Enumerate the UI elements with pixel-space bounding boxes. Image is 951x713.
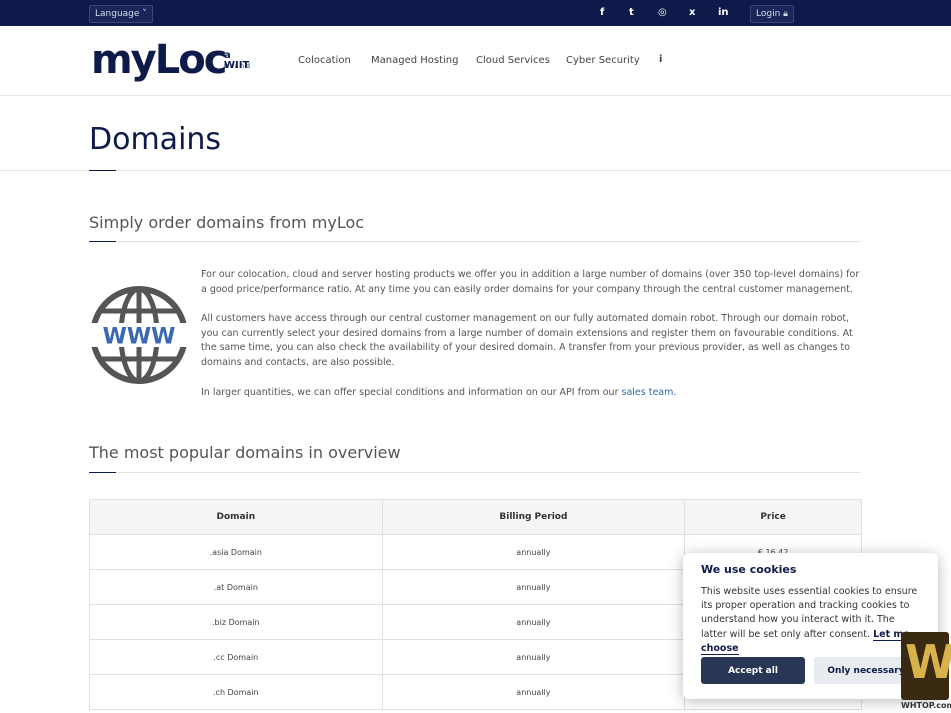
- watermark-glyph: W: [905, 635, 951, 689]
- domain-cell: .ch Domain: [89, 674, 383, 710]
- p3-text-before: In larger quantities, we can offer speci…: [201, 387, 622, 398]
- sales-team-link[interactable]: sales team: [622, 387, 674, 398]
- nav-cyber-security[interactable]: Cyber Security: [566, 54, 640, 68]
- domain-cell: .asia Domain: [89, 534, 383, 570]
- period-cell: annually: [381, 604, 686, 640]
- domain-cell: .cc Domain: [89, 639, 383, 675]
- popular-rule: [89, 472, 861, 473]
- xing-icon[interactable]: x: [689, 7, 695, 19]
- intro-paragraph-3: In larger quantities, we can offer speci…: [201, 386, 863, 401]
- intro-paragraph-2: All customers have access through our ce…: [201, 313, 853, 368]
- domain-cell: .biz Domain: [89, 604, 383, 640]
- period-cell: annually: [381, 534, 686, 570]
- facebook-icon[interactable]: f: [600, 7, 604, 19]
- period-cell: annually: [381, 674, 686, 710]
- www-globe-icon: WWW: [89, 286, 189, 384]
- myloc-logo[interactable]: myLoc a WIIT Brand: [91, 36, 256, 86]
- col-price: Price: [684, 499, 862, 535]
- logo-brand: Brand: [224, 63, 252, 70]
- www-label: WWW: [103, 325, 176, 350]
- popular-rule-accent: [89, 472, 116, 473]
- watermark-label: WHTOP.com: [901, 701, 951, 710]
- cookie-text: This website uses essential cookies to e…: [701, 585, 919, 656]
- login-label: Login: [756, 9, 781, 19]
- intro-paragraph-1: For our colocation, cloud and server hos…: [201, 269, 860, 295]
- title-underline: [89, 170, 116, 171]
- nav-managed-hosting[interactable]: Managed Hosting: [371, 54, 458, 68]
- chevron-down-icon: ˅: [142, 9, 147, 19]
- p3-text-after: .: [673, 387, 677, 398]
- nav-colocation[interactable]: Colocation: [298, 54, 351, 68]
- language-label: Language: [95, 9, 140, 19]
- table-header-row: Domain Billing Period Price: [89, 499, 862, 535]
- language-dropdown[interactable]: Language ˅: [89, 5, 153, 23]
- period-cell: annually: [381, 639, 686, 675]
- logo-text: myLoc: [91, 37, 227, 83]
- intro-rule: [89, 241, 861, 242]
- accept-all-button[interactable]: Accept all: [701, 657, 805, 684]
- col-billing-period: Billing Period: [381, 499, 686, 535]
- cookie-banner: We use cookies This website uses essenti…: [683, 553, 938, 699]
- site-header: myLoc a WIIT Brand Colocation Managed Ho…: [0, 26, 951, 96]
- intro-heading: Simply order domains from myLoc: [89, 213, 365, 232]
- title-divider: [0, 170, 951, 171]
- info-icon[interactable]: i: [659, 54, 662, 65]
- period-cell: annually: [381, 569, 686, 605]
- popular-heading: The most popular domains in overview: [89, 443, 401, 462]
- intro-rule-accent: [89, 241, 116, 242]
- col-domain: Domain: [89, 499, 383, 535]
- login-button[interactable]: Login 🔒︎: [750, 5, 794, 23]
- instagram-icon[interactable]: ◎: [658, 7, 667, 19]
- twitter-icon[interactable]: t: [629, 7, 634, 19]
- nav-cloud-services[interactable]: Cloud Services: [476, 54, 550, 68]
- top-bar: Language ˅ f t ◎ x in Login 🔒︎: [0, 0, 951, 26]
- linkedin-icon[interactable]: in: [718, 7, 729, 19]
- domain-cell: .at Domain: [89, 569, 383, 605]
- cookie-title: We use cookies: [701, 563, 797, 576]
- lock-icon: 🔒︎: [783, 9, 788, 19]
- whtop-watermark-logo: W: [901, 632, 951, 700]
- page-title: Domains: [89, 122, 222, 157]
